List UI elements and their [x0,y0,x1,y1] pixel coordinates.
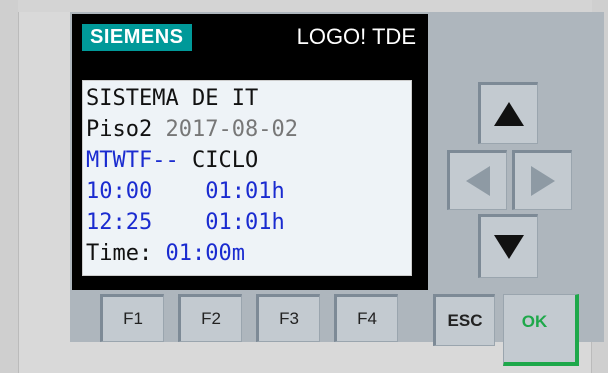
display-line-4: 10:00 01:01h [86,177,285,207]
duration-1: 01:01h [205,179,285,204]
floor-label: Piso2 [86,117,166,142]
f2-button[interactable]: F2 [178,294,242,342]
display-line-1: SISTEMA DE IT [86,84,258,114]
duration-2: 01:01h [205,210,285,235]
time-label: Time: [86,241,166,266]
display-line-6: Time: 01:00m [86,239,245,269]
right-arrow-icon [531,166,555,196]
start-time-2: 12:25 [86,210,153,235]
display-line-5: 12:25 01:01h [86,208,285,238]
start-time-1: 10:00 [86,179,153,204]
cursor-right-button[interactable] [512,150,572,210]
brand-bar: SIEMENS LOGO! TDE [72,14,428,60]
up-arrow-icon [494,102,524,126]
siemens-logo: SIEMENS [82,24,192,51]
lcd-screen: SISTEMA DE IT Piso2 2017-08-02 MTWTF-- C… [82,80,412,276]
display-line-3: MTWTF-- CICLO [86,146,258,176]
date-value: 2017-08-02 [165,117,298,142]
down-arrow-icon [494,235,524,259]
cursor-down-button[interactable] [478,214,538,278]
cursor-left-button[interactable] [447,150,507,210]
device-frame-top [18,0,592,12]
f1-button[interactable]: F1 [100,294,164,342]
time-value: 01:00m [165,241,245,266]
f3-button[interactable]: F3 [256,294,320,342]
esc-button[interactable]: ESC [433,294,495,346]
ok-button[interactable]: OK [503,294,579,366]
weekdays-value: MTWTF-- [86,148,179,173]
f4-button[interactable]: F4 [334,294,398,342]
cursor-up-button[interactable] [478,82,538,144]
device-frame-left [0,0,19,373]
display-title: SISTEMA DE IT [86,86,259,111]
left-arrow-icon [466,166,490,196]
cycle-label: CICLO [178,148,259,173]
model-name: LOGO! TDE [296,24,416,49]
display-line-2: Piso2 2017-08-02 [86,115,298,145]
